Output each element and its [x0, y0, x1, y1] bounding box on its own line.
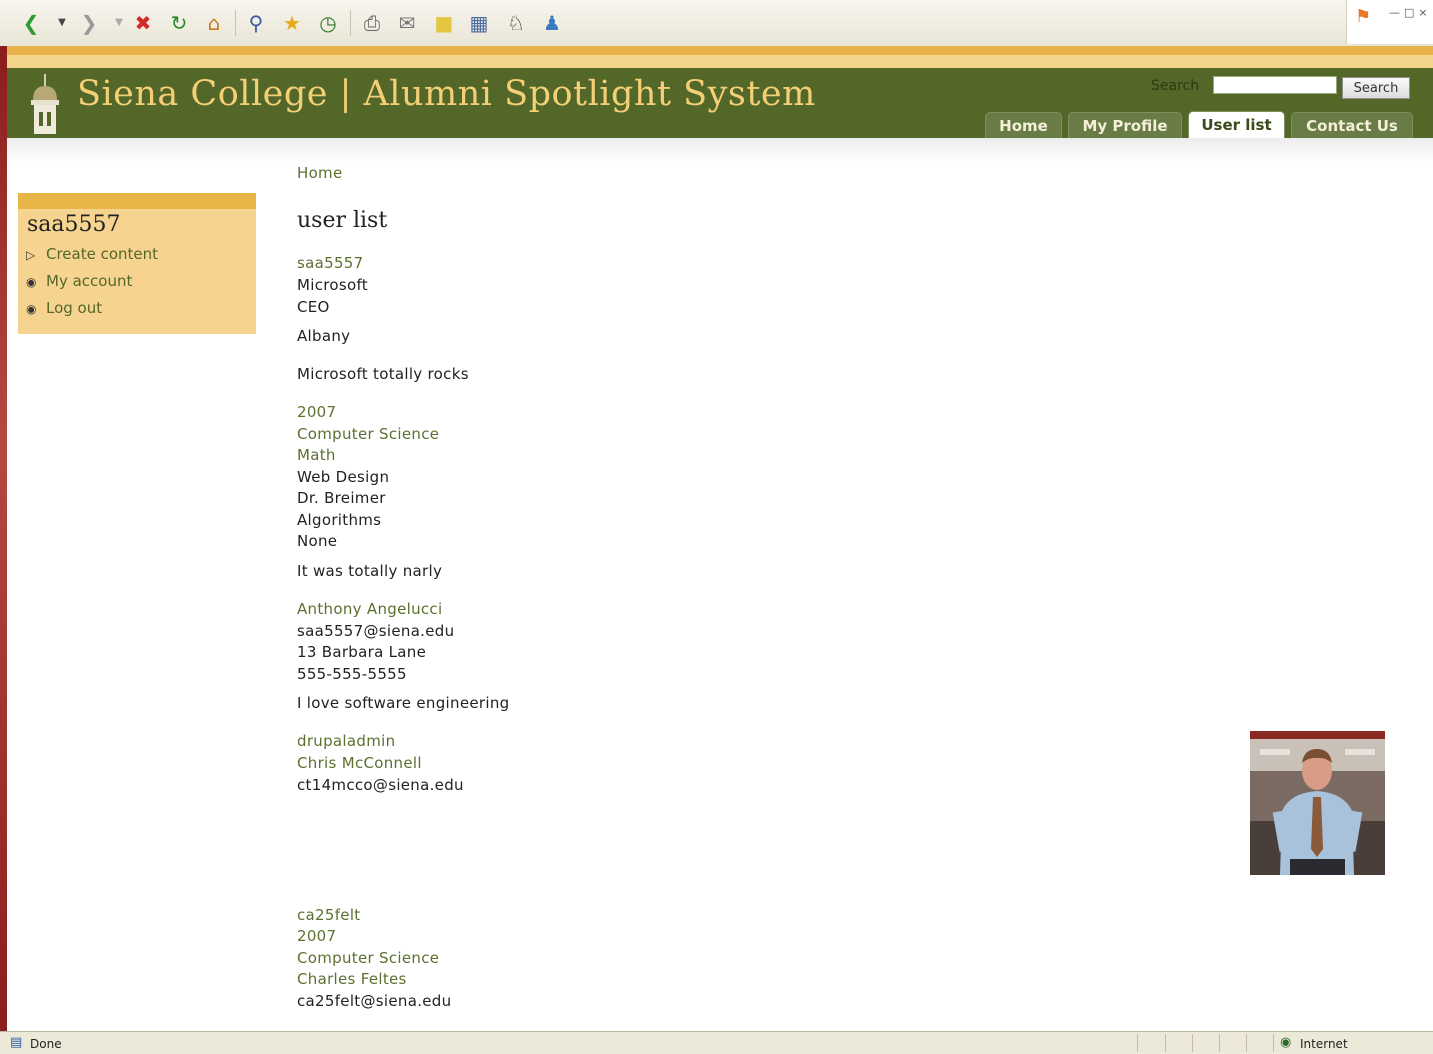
user-email: ct14mcco@siena.edu	[297, 776, 464, 794]
user-fullname-link[interactable]: Anthony Angelucci	[297, 600, 442, 618]
tab-home[interactable]: Home	[985, 112, 1062, 138]
user-year-link[interactable]: 2007	[297, 403, 336, 421]
siena-tower-logo-icon	[31, 74, 59, 134]
user-comment: Microsoft totally rocks	[297, 365, 469, 383]
research-icon[interactable]: ♘	[502, 9, 530, 37]
mail-icon[interactable]: ✉	[393, 9, 421, 37]
user-email: saa5557@siena.edu	[297, 622, 455, 640]
page-icon: ▤	[10, 1035, 23, 1050]
user-fullname-link[interactable]: Chris McConnell	[297, 754, 422, 772]
breadcrumb[interactable]: Home	[297, 164, 343, 182]
user-city: Albany	[297, 327, 351, 345]
user-sidebar-block: saa5557 ▷ Create content ◉ My account ◉ Log…	[18, 193, 256, 334]
user-year-link[interactable]: 2007	[297, 927, 336, 945]
sidebar-item-create-content[interactable]: ▷ Create content	[26, 245, 158, 263]
user-fullname-link[interactable]: Charles Feltes	[297, 970, 407, 988]
stop-icon[interactable]: ✖	[129, 9, 157, 37]
browser-statusbar: ▤ Done ◉ Internet	[0, 1031, 1433, 1054]
status-text: Done	[30, 1037, 62, 1051]
user-address: 13 Barbara Lane	[297, 643, 427, 661]
user-major-link[interactable]: Computer Science	[297, 949, 439, 967]
tab-contact-us[interactable]: Contact Us	[1291, 112, 1413, 138]
user-email: ca25felt@siena.edu	[297, 992, 452, 1010]
sidebar-item-label[interactable]: Log out	[46, 299, 102, 317]
search-input[interactable]	[1213, 76, 1337, 94]
window-buttons[interactable]: —□×	[1389, 6, 1432, 19]
back-icon[interactable]: ❮	[17, 9, 45, 37]
favorites-icon[interactable]: ★	[278, 9, 306, 37]
page-title: user list	[297, 208, 388, 233]
sidebar-item-label[interactable]: My account	[46, 272, 132, 290]
user-phone: 555-555-5555	[297, 665, 407, 683]
user-experience: It was totally narly	[297, 562, 443, 580]
user-bio: I love software engineering	[297, 694, 510, 712]
back-dropdown-icon[interactable]: ▼	[48, 9, 76, 37]
circle-bullet-icon: ◉	[26, 275, 37, 289]
search-icon[interactable]: ⚲	[242, 9, 270, 37]
browser-toolbar: ❮ ▼ ❯ ▼ ✖ ↻ ⌂ ⚲ ★ ◷ ⎙ ✉ ■ ▦ ♘ ♟ ⚑ —□×	[0, 0, 1433, 47]
site-title[interactable]: Siena College | Alumni Spotlight System	[77, 74, 816, 114]
forward-icon[interactable]: ❯	[75, 9, 103, 37]
circle-bullet-icon: ◉	[26, 302, 37, 316]
windows-logo-icon: ⚑	[1355, 6, 1372, 27]
user-minor-link[interactable]: Math	[297, 446, 336, 464]
user-course: Web Design	[297, 468, 390, 486]
header-top-band	[7, 46, 1433, 68]
user-company: Microsoft	[297, 276, 368, 294]
tab-user-list[interactable]: User list	[1188, 111, 1285, 138]
print-icon[interactable]: ⎙	[358, 9, 386, 37]
messenger-icon[interactable]: ♟	[538, 9, 566, 37]
profile-photo[interactable]	[1250, 731, 1385, 875]
tab-my-profile[interactable]: My Profile	[1068, 112, 1182, 138]
discuss-icon[interactable]: ▦	[465, 9, 493, 37]
security-zone: Internet	[1300, 1037, 1348, 1051]
window-controls: ⚑ —□×	[1346, 0, 1433, 44]
user-username-link[interactable]: saa5557	[297, 254, 363, 272]
user-professor: Dr. Breimer	[297, 489, 386, 507]
window-edge-strip	[0, 46, 7, 1031]
user-job-title: CEO	[297, 298, 330, 316]
home-icon[interactable]: ⌂	[200, 9, 228, 37]
user-class: Algorithms	[297, 511, 382, 529]
user-other: None	[297, 532, 338, 550]
user-username-link[interactable]: drupaladmin	[297, 732, 395, 750]
edit-icon[interactable]: ■	[430, 9, 458, 37]
history-icon[interactable]: ◷	[314, 9, 342, 37]
sidebar-item-log-out[interactable]: ◉ Log out	[26, 299, 102, 317]
arrow-bullet-icon: ▷	[26, 248, 36, 262]
user-major-link[interactable]: Computer Science	[297, 425, 439, 443]
header-shadow	[7, 138, 1433, 162]
user-username-link[interactable]: ca25felt	[297, 906, 360, 924]
refresh-icon[interactable]: ↻	[165, 9, 193, 37]
sidebar-title: saa5557	[27, 212, 121, 237]
sidebar-item-my-account[interactable]: ◉ My account	[26, 272, 132, 290]
globe-icon: ◉	[1280, 1035, 1292, 1050]
site-header: Siena College | Alumni Spotlight System …	[7, 68, 1433, 138]
sidebar-item-label[interactable]: Create content	[46, 245, 158, 263]
search-button[interactable]: Search	[1342, 77, 1410, 99]
search-label: Search	[1151, 78, 1200, 94]
